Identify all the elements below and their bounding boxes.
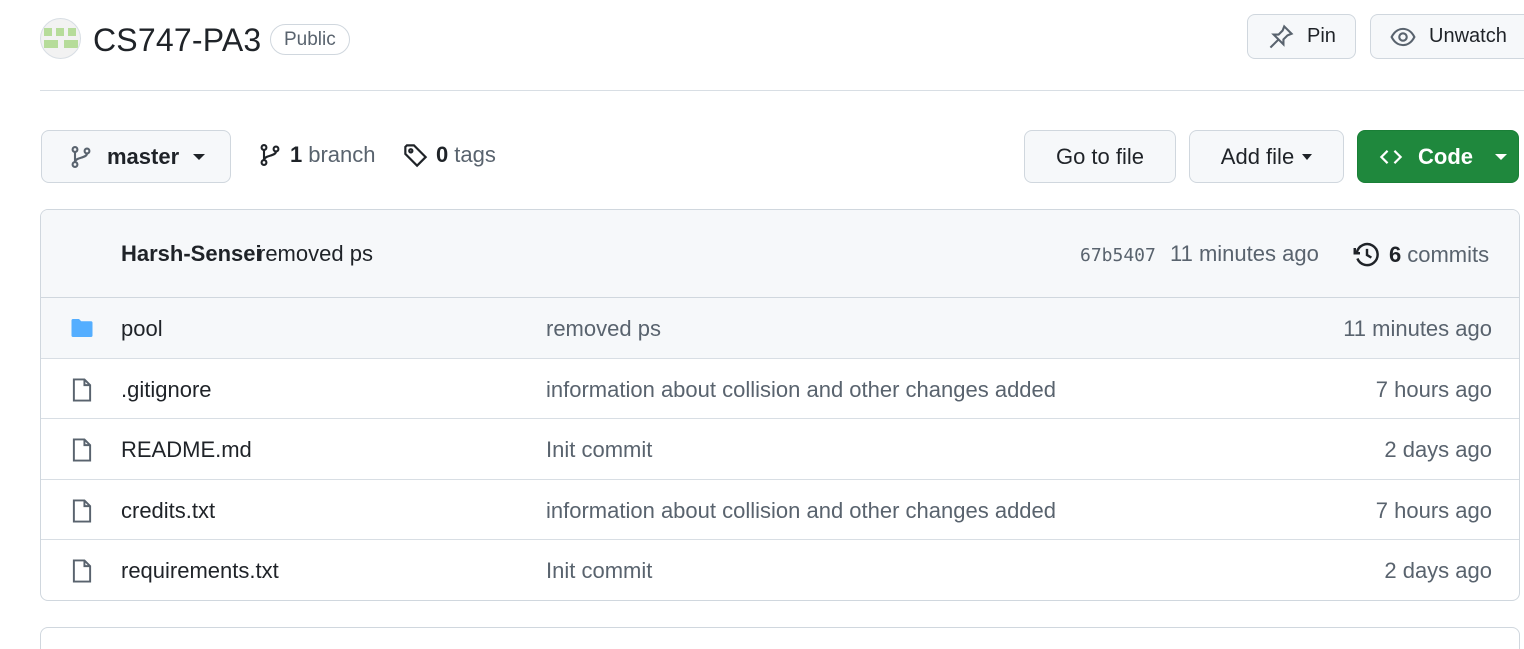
- chevron-down-icon: [193, 153, 206, 160]
- eye-icon: [1390, 27, 1416, 46]
- file-icon: [72, 438, 92, 462]
- pin-icon: [1269, 24, 1294, 48]
- file-commit-message[interactable]: removed ps: [546, 316, 661, 342]
- file-commit-time: 2 days ago: [1384, 558, 1492, 583]
- code-label: Code: [1418, 143, 1473, 169]
- branch-name: master: [107, 143, 180, 169]
- file-icon: [72, 559, 92, 583]
- code-button[interactable]: Code: [1357, 130, 1519, 183]
- repo-title[interactable]: CS747-PA3: [93, 20, 261, 60]
- branches-link[interactable]: 1 branch: [258, 142, 376, 168]
- owner-avatar[interactable]: [40, 18, 81, 59]
- file-row[interactable]: credits.txt information about collision …: [41, 480, 1519, 540]
- commit-message[interactable]: removed ps: [258, 241, 373, 267]
- file-commit-time: 7 hours ago: [1375, 376, 1492, 402]
- file-row[interactable]: pool removed ps 11 minutes ago: [41, 298, 1519, 359]
- file-row[interactable]: requirements.txt Init commit 2 days ago: [41, 540, 1519, 600]
- file-list: Harsh-Sensei removed ps 67b5407 11 minut…: [40, 209, 1520, 601]
- branch-select-button[interactable]: master: [41, 130, 231, 183]
- add-file-label: Add file: [1220, 143, 1295, 169]
- commit-sha[interactable]: 67b5407: [1080, 245, 1156, 266]
- tag-label: tags: [454, 142, 496, 167]
- branch-label: branch: [308, 142, 376, 167]
- repo-header: CS747-PA3 Public Pin Unwatch: [40, 14, 1524, 64]
- code-icon: [1379, 149, 1403, 164]
- unwatch-label: Unwatch: [1429, 25, 1507, 47]
- file-commit-message[interactable]: information about collision and other ch…: [546, 377, 1056, 403]
- file-name[interactable]: README.md: [121, 437, 252, 463]
- readme-box: [40, 627, 1520, 649]
- branch-count: 1: [290, 142, 303, 167]
- header-divider: [40, 90, 1524, 91]
- go-to-file-label: Go to file: [1055, 143, 1145, 169]
- file-commit-time: 2 days ago: [1384, 437, 1492, 462]
- file-row[interactable]: .gitignore information about collision a…: [41, 359, 1519, 419]
- pin-button[interactable]: Pin: [1247, 14, 1356, 59]
- folder-icon: [71, 319, 93, 337]
- file-commit-time: 7 hours ago: [1375, 497, 1492, 523]
- file-commit-message[interactable]: Init commit: [546, 558, 652, 584]
- file-name[interactable]: .gitignore: [121, 377, 212, 403]
- commit-count: 6: [1389, 242, 1402, 267]
- pin-label: Pin: [1307, 25, 1336, 47]
- visibility-badge: Public: [270, 24, 350, 55]
- file-commit-time: 11 minutes ago: [1343, 316, 1492, 341]
- file-icon: [72, 498, 92, 523]
- commit-time: 11 minutes ago: [1170, 241, 1319, 266]
- git-branch-icon: [71, 145, 91, 168]
- tags-link[interactable]: 0 tags: [403, 142, 496, 168]
- latest-commit-bar: Harsh-Sensei removed ps 67b5407 11 minut…: [41, 210, 1519, 298]
- commit-author[interactable]: Harsh-Sensei: [121, 241, 262, 267]
- commits-link[interactable]: 6 commits: [1353, 241, 1489, 269]
- chevron-down-icon: [1495, 153, 1507, 160]
- history-icon: [1353, 242, 1379, 267]
- file-name[interactable]: pool: [121, 316, 163, 342]
- file-icon: [72, 377, 92, 402]
- git-branch-icon: [260, 144, 280, 166]
- tag-count: 0: [436, 142, 449, 167]
- file-name[interactable]: credits.txt: [121, 498, 215, 524]
- add-file-button[interactable]: Add file: [1189, 130, 1344, 183]
- go-to-file-button[interactable]: Go to file: [1024, 130, 1176, 183]
- file-name[interactable]: requirements.txt: [121, 558, 279, 584]
- file-commit-message[interactable]: Init commit: [546, 437, 652, 463]
- unwatch-button[interactable]: Unwatch: [1370, 14, 1524, 59]
- commit-count-label: commits: [1407, 242, 1490, 267]
- file-row[interactable]: README.md Init commit 2 days ago: [41, 419, 1519, 480]
- file-commit-message[interactable]: information about collision and other ch…: [546, 498, 1056, 524]
- chevron-down-icon: [1302, 153, 1313, 160]
- tag-icon: [404, 143, 428, 167]
